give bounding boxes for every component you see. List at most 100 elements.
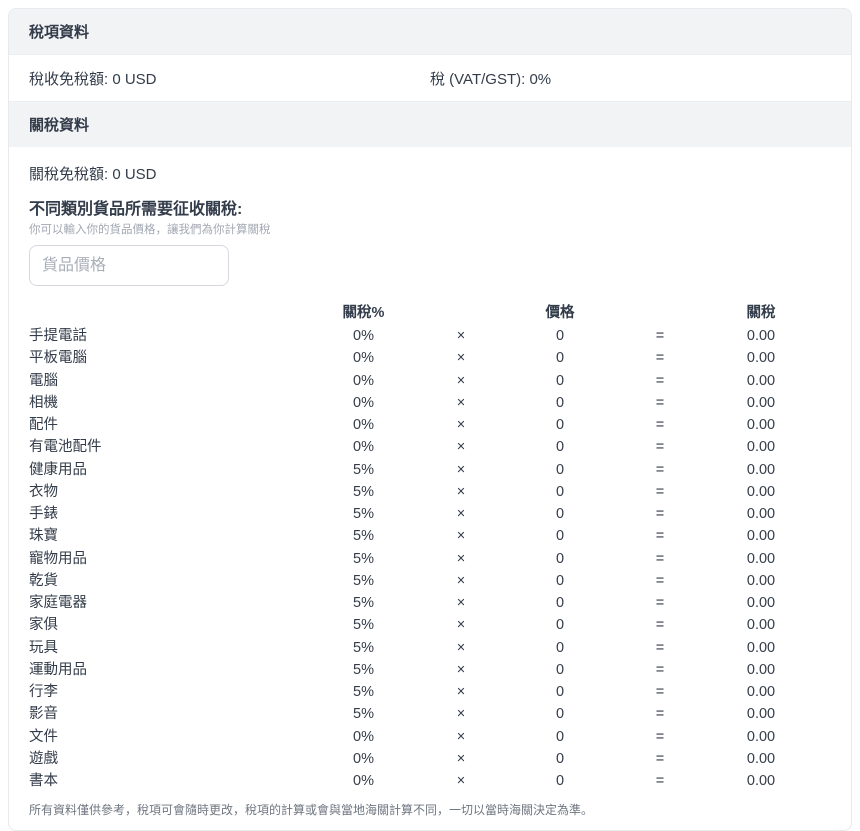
category-cell: 家俱	[29, 617, 58, 634]
rate-cell: 0%	[353, 394, 374, 411]
duty-amount-cell: 0.00	[746, 684, 776, 700]
multiply-symbol: ×	[456, 372, 466, 389]
rate-cell: 0%	[353, 372, 374, 389]
category-cell: 健康用品	[29, 461, 87, 478]
duty-amount-cell: 0.00	[746, 750, 776, 767]
multiply-symbol: ×	[456, 639, 466, 656]
category-cell: 平板電腦	[29, 350, 87, 367]
duty-table-row: 相機 0% × 0 = 0.00	[29, 392, 833, 414]
rate-cell: 5%	[353, 483, 374, 500]
equals-symbol: =	[655, 483, 665, 500]
goods-price-input[interactable]	[29, 245, 229, 286]
duty-table-row: 手提電話 0% × 0 = 0.00	[29, 325, 833, 347]
tax-section-title: 稅項資料	[29, 24, 90, 41]
category-cell: 配件	[29, 417, 58, 433]
tax-allowance-label: 稅收免稅額: 0 USD	[29, 70, 157, 88]
price-cell: 0	[555, 750, 565, 767]
header-price: 價格	[545, 305, 575, 321]
duty-amount-cell: 0.00	[746, 394, 776, 411]
price-cell: 0	[555, 461, 565, 478]
duty-amount-cell: 0.00	[746, 773, 776, 789]
category-cell: 珠寶	[29, 528, 58, 545]
duty-table-row: 配件 0% × 0 = 0.00	[29, 414, 833, 436]
duty-table-row: 家庭電器 5% × 0 = 0.00	[29, 592, 833, 614]
price-cell: 0	[555, 639, 565, 656]
duty-table-row: 寵物用品 5% × 0 = 0.00	[29, 548, 833, 570]
multiply-symbol: ×	[456, 750, 466, 767]
price-cell: 0	[555, 572, 565, 589]
rate-cell: 5%	[353, 706, 374, 723]
duty-table-row: 書本 0% × 0 = 0.00	[29, 770, 833, 792]
equals-symbol: =	[655, 572, 665, 589]
duty-table-row: 運動用品 5% × 0 = 0.00	[29, 659, 833, 681]
price-cell: 0	[555, 372, 565, 389]
rate-cell: 0%	[353, 773, 374, 789]
price-cell: 0	[555, 706, 565, 723]
multiply-symbol: ×	[456, 617, 466, 634]
duty-amount-cell: 0.00	[746, 506, 776, 522]
equals-symbol: =	[655, 617, 665, 634]
multiply-symbol: ×	[456, 394, 466, 411]
price-cell: 0	[555, 350, 565, 367]
category-cell: 書本	[29, 773, 58, 789]
tax-section-header: 稅項資料	[9, 9, 851, 54]
category-cell: 電腦	[29, 372, 58, 389]
category-cell: 玩具	[29, 639, 58, 656]
duty-amount-cell: 0.00	[746, 350, 776, 367]
equals-symbol: =	[655, 750, 665, 767]
header-rate: 關稅%	[342, 305, 385, 321]
duty-amount-cell: 0.00	[746, 372, 776, 389]
category-cell: 運動用品	[29, 661, 87, 678]
duty-calc-heading: 不同類別貨品所需要征收關稅:	[29, 201, 243, 218]
duty-amount-cell: 0.00	[746, 461, 776, 478]
duty-amount-cell: 0.00	[746, 550, 776, 567]
duty-table-row: 有電池配件 0% × 0 = 0.00	[29, 436, 833, 458]
multiply-symbol: ×	[456, 328, 466, 344]
tax-info-card: 稅項資料 稅收免稅額: 0 USD 稅 (VAT/GST): 0% 關稅資料 關…	[8, 8, 852, 831]
rate-cell: 5%	[353, 506, 374, 522]
price-cell: 0	[555, 394, 565, 411]
equals-symbol: =	[655, 506, 665, 522]
duty-amount-cell: 0.00	[746, 595, 776, 611]
equals-symbol: =	[655, 639, 665, 656]
price-cell: 0	[555, 595, 565, 611]
duty-section-header: 關稅資料	[9, 102, 851, 147]
equals-symbol: =	[655, 706, 665, 723]
rate-cell: 0%	[353, 328, 374, 344]
duty-amount-cell: 0.00	[746, 572, 776, 589]
duty-calc-hint: 你可以輸入你的貨品價格，讓我們為你計算關稅	[29, 224, 271, 236]
equals-symbol: =	[655, 328, 665, 344]
rate-cell: 5%	[353, 684, 374, 700]
duty-amount-cell: 0.00	[746, 728, 776, 745]
price-cell: 0	[555, 506, 565, 522]
price-cell: 0	[555, 483, 565, 500]
multiply-symbol: ×	[456, 706, 466, 723]
rate-cell: 0%	[353, 417, 374, 433]
equals-symbol: =	[655, 661, 665, 678]
multiply-symbol: ×	[456, 595, 466, 611]
equals-symbol: =	[655, 417, 665, 433]
rate-cell: 5%	[353, 550, 374, 567]
duty-table-row: 家俱 5% × 0 = 0.00	[29, 614, 833, 636]
duty-table-row: 乾貨 5% × 0 = 0.00	[29, 570, 833, 592]
equals-symbol: =	[655, 461, 665, 478]
duty-table-body: 手提電話 0% × 0 = 0.00 平板電腦 0% × 0 = 0.00 電腦 0% × 0 = 0.00 相機 0…	[29, 325, 833, 792]
category-cell: 行李	[29, 684, 58, 700]
duty-table-row: 平板電腦 0% × 0 = 0.00	[29, 347, 833, 369]
price-cell: 0	[555, 417, 565, 433]
rate-cell: 0%	[353, 750, 374, 767]
price-cell: 0	[555, 439, 565, 456]
rate-cell: 5%	[353, 528, 374, 545]
price-cell: 0	[555, 617, 565, 634]
rate-cell: 0%	[353, 350, 374, 367]
category-cell: 相機	[29, 394, 58, 411]
duty-amount-cell: 0.00	[746, 617, 776, 634]
equals-symbol: =	[655, 728, 665, 745]
category-cell: 遊戲	[29, 750, 58, 767]
category-cell: 寵物用品	[29, 550, 87, 567]
duty-amount-cell: 0.00	[746, 706, 776, 723]
price-cell: 0	[555, 528, 565, 545]
duty-allowance-label: 關稅免稅額: 0 USD	[29, 166, 157, 183]
duty-amount-cell: 0.00	[746, 328, 776, 344]
duty-table-row: 文件 0% × 0 = 0.00	[29, 726, 833, 748]
